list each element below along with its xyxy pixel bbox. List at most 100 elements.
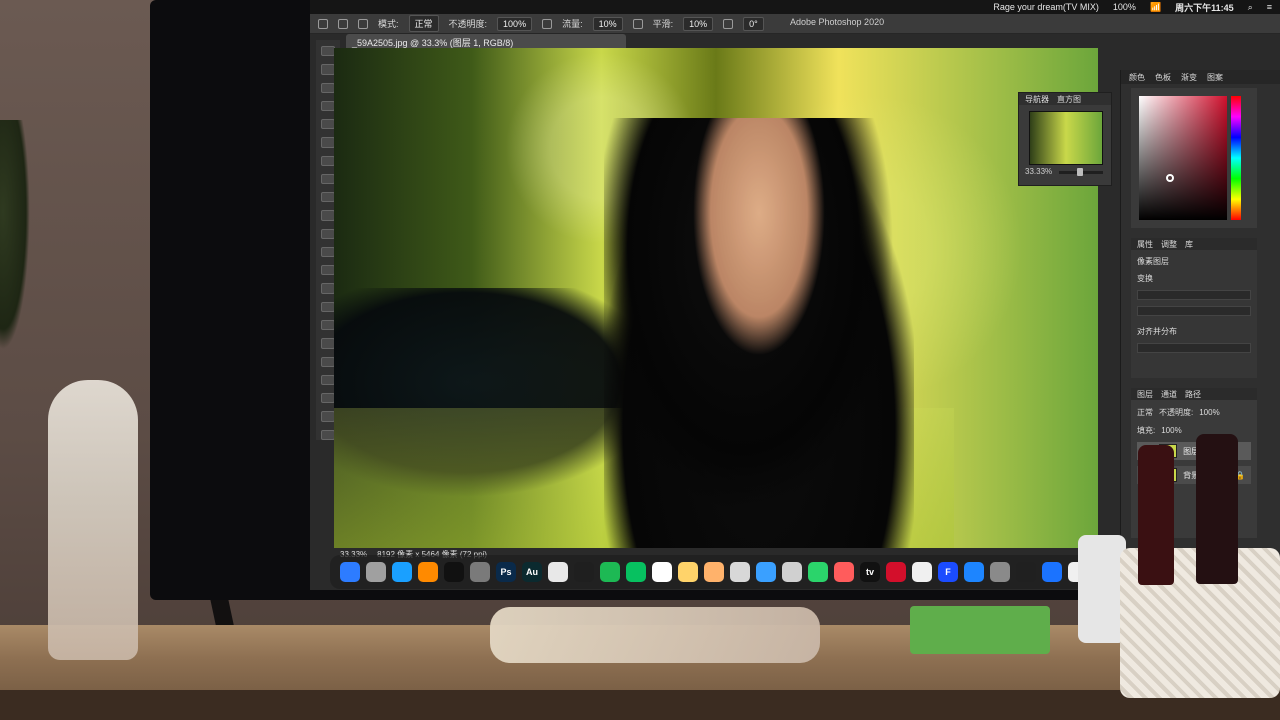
chat-icon[interactable] bbox=[756, 562, 776, 582]
layer-fill-label: 填充: bbox=[1137, 425, 1156, 435]
tab-color[interactable]: 颜色 bbox=[1129, 72, 1145, 83]
pressure-opacity-icon[interactable] bbox=[542, 18, 553, 29]
eyedropper-tool-icon[interactable] bbox=[321, 155, 335, 166]
crop-tool-icon[interactable] bbox=[321, 119, 335, 130]
opacity-field[interactable]: 100% bbox=[497, 16, 533, 31]
color-swatch-icon[interactable] bbox=[321, 429, 335, 440]
ps-icon[interactable]: Ps bbox=[496, 562, 516, 582]
brush-preset-picker[interactable] bbox=[358, 18, 368, 29]
colorful-icon[interactable] bbox=[834, 562, 854, 582]
wifi-icon[interactable]: 📶 bbox=[1150, 2, 1161, 13]
tab-gradients[interactable]: 渐变 bbox=[1181, 72, 1197, 83]
color-selector[interactable] bbox=[1166, 174, 1174, 182]
frame-tool-icon[interactable] bbox=[321, 137, 335, 148]
transform-label: 变换 bbox=[1137, 274, 1153, 283]
history-brush-tool-icon[interactable] bbox=[321, 228, 335, 239]
photo-canvas[interactable] bbox=[334, 48, 1098, 548]
finder-icon[interactable] bbox=[340, 562, 360, 582]
navigator-zoom-knob[interactable] bbox=[1077, 168, 1083, 176]
app-store-icon[interactable] bbox=[964, 562, 984, 582]
pen-tool-icon[interactable] bbox=[321, 319, 335, 331]
histogram-tab[interactable]: 直方图 bbox=[1057, 94, 1081, 105]
home-icon[interactable] bbox=[318, 18, 328, 29]
vpn-icon[interactable] bbox=[574, 562, 594, 582]
bottle bbox=[1138, 445, 1174, 585]
eraser-tool-icon[interactable] bbox=[321, 246, 335, 258]
tab-paths[interactable]: 路径 bbox=[1185, 389, 1201, 400]
navigator-tab[interactable]: 导航器 bbox=[1025, 94, 1049, 105]
tab-layers[interactable]: 图层 bbox=[1137, 389, 1153, 400]
smoothing-field[interactable]: 10% bbox=[683, 16, 714, 31]
brush-tool-icon[interactable] bbox=[321, 192, 335, 203]
messages-icon[interactable] bbox=[808, 562, 828, 582]
search-icon[interactable]: ⌕ bbox=[1248, 2, 1253, 13]
gear-icon[interactable] bbox=[723, 18, 734, 29]
layer-opacity-label: 不透明度: bbox=[1159, 407, 1194, 417]
airbrush-icon[interactable] bbox=[632, 18, 643, 29]
type-tool-icon[interactable] bbox=[321, 338, 335, 349]
tab-libraries[interactable]: 库 bbox=[1185, 239, 1193, 250]
tab-channels[interactable]: 通道 bbox=[1161, 389, 1177, 400]
blur-tool-icon[interactable] bbox=[321, 283, 335, 294]
dodge-tool-icon[interactable] bbox=[321, 301, 335, 312]
marquee-tool-icon[interactable] bbox=[321, 64, 335, 75]
hue-slider[interactable] bbox=[1231, 96, 1241, 220]
angle-field[interactable]: 0° bbox=[743, 16, 764, 31]
wechat-icon[interactable] bbox=[626, 562, 646, 582]
healing-tool-icon[interactable] bbox=[321, 173, 335, 185]
control-center-icon[interactable]: ≡ bbox=[1267, 2, 1272, 12]
pen-icon[interactable] bbox=[782, 562, 802, 582]
chrome-icon[interactable] bbox=[548, 562, 568, 582]
transform-row-1[interactable] bbox=[1137, 290, 1251, 300]
terminal-icon[interactable] bbox=[1016, 562, 1036, 582]
tab-swatches[interactable]: 色板 bbox=[1155, 72, 1171, 83]
lasso-tool-icon[interactable] bbox=[321, 82, 335, 93]
apple-tv-icon[interactable]: tv bbox=[860, 562, 880, 582]
safari-icon[interactable] bbox=[392, 562, 412, 582]
mode-select[interactable]: 正常 bbox=[408, 15, 439, 32]
brush-icon[interactable] bbox=[338, 18, 348, 29]
tab-properties[interactable]: 属性 bbox=[1137, 239, 1153, 250]
files-icon[interactable] bbox=[704, 562, 724, 582]
preview-icon[interactable] bbox=[730, 562, 750, 582]
color-picker bbox=[1131, 88, 1257, 228]
gradient-tool-icon[interactable] bbox=[321, 265, 335, 276]
tab-patterns[interactable]: 图案 bbox=[1207, 72, 1223, 83]
music-icon[interactable] bbox=[912, 562, 932, 582]
smoothing-label: 平滑: bbox=[652, 19, 674, 29]
path-select-tool-icon[interactable] bbox=[321, 356, 335, 367]
zoom-tool-icon[interactable] bbox=[321, 411, 335, 422]
notes-icon[interactable] bbox=[678, 562, 698, 582]
flow-field[interactable]: 10% bbox=[592, 16, 623, 31]
quick-select-tool-icon[interactable] bbox=[321, 100, 335, 112]
spotify-icon[interactable] bbox=[600, 562, 620, 582]
transform-row-2[interactable] bbox=[1137, 306, 1251, 316]
layer-fill-value[interactable]: 100% bbox=[1161, 426, 1181, 435]
align-row[interactable] bbox=[1137, 343, 1251, 353]
netease-icon[interactable] bbox=[886, 562, 906, 582]
navigator-panel: 导航器 直方图 33.33% bbox=[1018, 92, 1112, 186]
app-title: Adobe Photoshop 2020 bbox=[790, 17, 885, 27]
layer-opacity[interactable]: 100% bbox=[1199, 408, 1219, 417]
final-cut-icon[interactable]: F bbox=[938, 562, 958, 582]
calendar-icon[interactable] bbox=[652, 562, 672, 582]
layer-options: 正常 不透明度: 100% bbox=[1137, 406, 1251, 418]
xcode-icon[interactable] bbox=[1042, 562, 1062, 582]
move-tool-icon[interactable] bbox=[321, 46, 335, 57]
shape-tool-icon[interactable] bbox=[321, 374, 335, 386]
hand-tool-icon[interactable] bbox=[321, 393, 335, 404]
capcut-icon[interactable] bbox=[444, 562, 464, 582]
settings-icon[interactable] bbox=[470, 562, 490, 582]
ps-options-bar: 模式: 正常 不透明度: 100% 流量: 10% 平滑: 10% 0° Ado… bbox=[310, 14, 1280, 34]
clone-tool-icon[interactable] bbox=[321, 210, 335, 221]
au-icon[interactable]: Au bbox=[522, 562, 542, 582]
system-prefs-icon[interactable] bbox=[990, 562, 1010, 582]
launchpad-icon[interactable] bbox=[366, 562, 386, 582]
document-tab[interactable]: _59A2505.jpg @ 33.3% (图层 1, RGB/8) bbox=[346, 34, 626, 48]
photos-icon[interactable] bbox=[418, 562, 438, 582]
saturation-value-field[interactable] bbox=[1139, 96, 1227, 220]
tab-adjustments[interactable]: 调整 bbox=[1161, 239, 1177, 250]
align-label: 对齐并分布 bbox=[1137, 327, 1177, 336]
blend-mode[interactable]: 正常 bbox=[1137, 407, 1153, 418]
navigator-thumbnail[interactable] bbox=[1029, 111, 1103, 165]
